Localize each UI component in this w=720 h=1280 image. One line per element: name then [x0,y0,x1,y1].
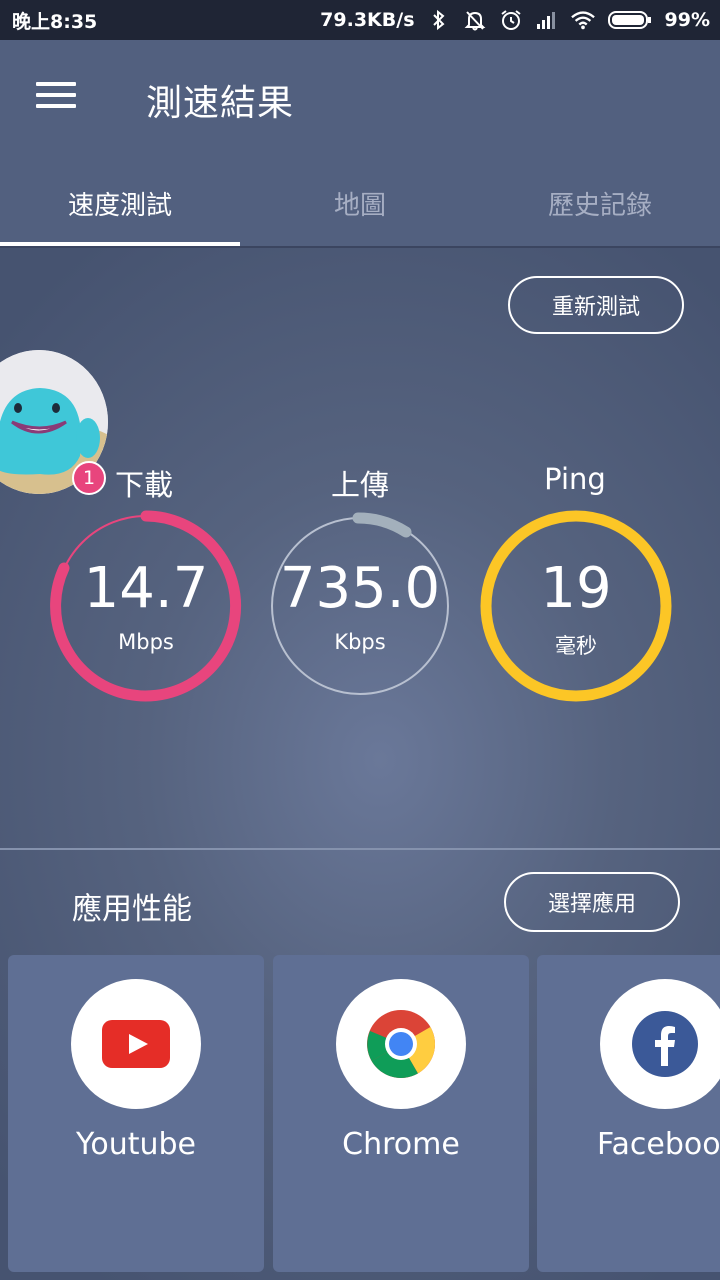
upload-value: 735.0 [279,556,441,621]
retest-button[interactable]: 重新測試 [508,276,684,334]
status-bar: 晚上8:35 79.3KB/s 99% [0,0,720,40]
page-title: 測速結果 [146,83,295,124]
app-card-chrome[interactable]: Chrome [273,955,529,1272]
chrome-icon [336,979,466,1109]
status-time: 晚上8:35 [12,10,98,33]
app-card-youtube[interactable]: Youtube [8,955,264,1272]
bluetooth-icon [427,8,451,32]
tab-divider [0,246,720,248]
bell-off-icon [463,8,487,32]
facebook-icon [600,979,720,1109]
upload-label: 上傳 [330,468,389,502]
tab-map[interactable]: 地圖 [240,168,480,246]
download-unit: Mbps [118,630,174,654]
tab-history[interactable]: 歷史記錄 [480,168,720,246]
youtube-icon [71,979,201,1109]
ping-label: Ping [544,462,606,496]
notification-badge: 1 [72,461,106,495]
upload-unit: Kbps [334,630,386,654]
network-speed: 79.3KB/s [320,9,415,31]
choose-app-button[interactable]: 選擇應用 [504,872,680,932]
ping-value: 19 [540,556,612,621]
tab-bar: 速度測試 地圖 歷史記錄 [0,168,720,246]
ping-unit: 毫秒 [555,634,597,658]
tab-speed-test[interactable]: 速度測試 [0,168,240,246]
wifi-icon [570,8,595,32]
battery-percent: 99% [664,9,710,31]
app-card-facebook[interactable]: Facebook [537,955,720,1272]
signal-icon [535,8,559,32]
upload-progress-arc [352,512,412,538]
menu-icon[interactable] [36,82,76,112]
app-performance-title: 應用性能 [72,892,192,927]
app-bar: 測速結果 速度測試 地圖 歷史記錄 [0,40,720,246]
download-value: 14.7 [83,556,209,621]
app-name: Chrome [342,1127,460,1162]
alarm-icon [499,8,523,32]
download-label: 下載 [114,468,173,502]
section-divider [0,848,720,850]
battery-icon [607,8,653,32]
app-name: Youtube [76,1127,196,1162]
app-name: Facebook [597,1127,720,1162]
